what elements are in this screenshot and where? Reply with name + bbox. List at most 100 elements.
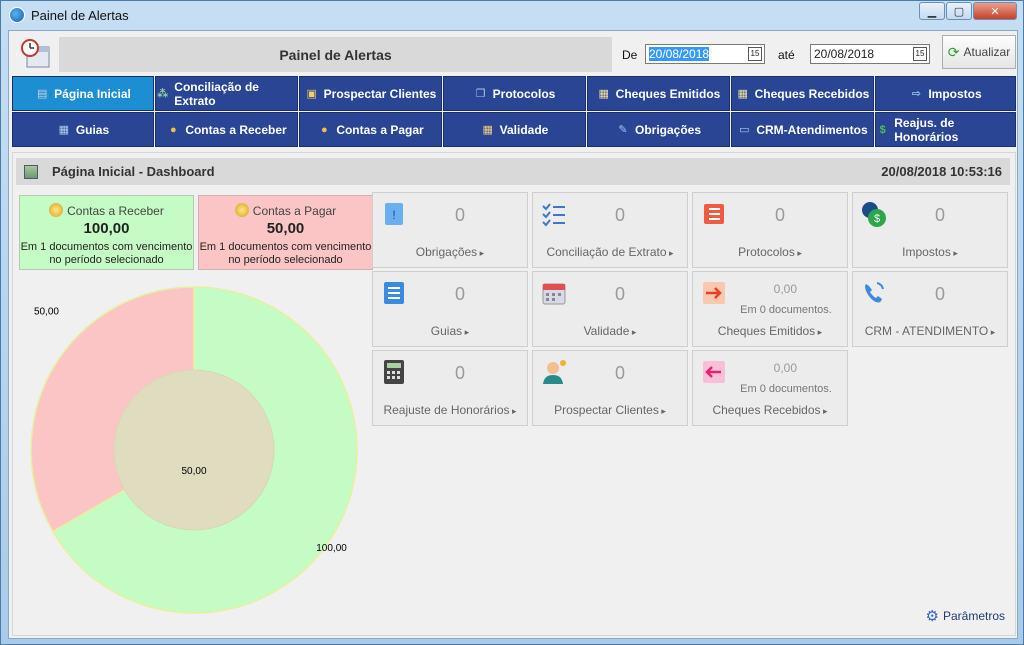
receivables-desc-1: Em 1 documentos com vencimento [20, 241, 193, 253]
from-date-value: 20/08/2018 [649, 47, 710, 61]
arrow-in-icon [703, 361, 725, 383]
title-bar: Painel de Alertas ▁ ▢ ✕ [1, 1, 1023, 29]
tax-icon: ⇨ [911, 87, 921, 100]
tile-value: 0 [614, 205, 625, 225]
cheque-out-icon: ▦ [598, 87, 609, 100]
nav-prospectar-clientes[interactable]: ▣ Prospectar Clientes [299, 76, 442, 111]
coins-icon [49, 203, 64, 217]
calculator-icon [384, 360, 404, 384]
page-title: Painel de Alertas [59, 37, 612, 72]
tile-label: Cheques Emitidos [693, 324, 847, 338]
tile-crm-atendimento[interactable]: 0 CRM - ATENDIMENTO [852, 271, 1008, 347]
receivables-summary[interactable]: Contas a Receber 100,00 Em 1 documentos … [19, 195, 194, 270]
nav-contas-a-pagar[interactable]: ● Contas a Pagar [299, 112, 442, 147]
tile-label: Protocolos [693, 245, 847, 259]
outer-slice-label: 50,00 [34, 306, 59, 317]
nav-label: Validade [499, 122, 549, 137]
tile-cheques-emitidos[interactable]: 0,00 Em 0 documentos. Cheques Emitidos [692, 271, 848, 347]
refresh-icon: ⟳ [947, 43, 960, 60]
monitor-icon: ▭ [739, 123, 750, 136]
tile-guias[interactable]: 0 Guias [372, 271, 528, 347]
tile-label: CRM - ATENDIMENTO [853, 324, 1007, 338]
nav-cheques-emitidos[interactable]: ▦ Cheques Emitidos [587, 76, 730, 111]
tile-value: 0,00 [773, 282, 797, 296]
tile-value: 0 [454, 205, 465, 225]
building-icon: ▤ [36, 87, 48, 100]
client-area: Painel de Alertas De 20/08/2018 15 até 2… [8, 30, 1018, 639]
protocol-icon [704, 204, 724, 224]
tile-prospectar-clientes[interactable]: 0 Prospectar Clientes [532, 350, 688, 426]
nav-label: Cheques Recebidos [754, 86, 870, 101]
nav-label: Reajus. de Honorários [894, 115, 959, 144]
maximize-button[interactable]: ▢ [946, 2, 972, 20]
calendar-icon[interactable]: 15 [913, 47, 927, 61]
tile-label: Prospectar Clientes [533, 403, 687, 417]
header: Painel de Alertas De 20/08/2018 15 até 2… [9, 31, 1017, 75]
refresh-button[interactable]: ⟳ Atualizar [942, 35, 1016, 69]
nav-validade[interactable]: ▦ Validade [443, 112, 586, 147]
svg-text:$: $ [874, 213, 880, 225]
dashboard-panel: Página Inicial - Dashboard 20/08/2018 10… [12, 152, 1016, 636]
briefcase-icon: ▣ [306, 87, 317, 100]
guide-icon: ▦ [58, 123, 70, 136]
documents-icon: ❐ [475, 87, 486, 100]
receivables-desc-2: no período selecionado [49, 254, 164, 266]
nav-protocolos[interactable]: ❐ Protocolos [443, 76, 586, 111]
payables-value: 50,00 [266, 220, 305, 237]
app-window: Painel de Alertas ▁ ▢ ✕ Painel de Alerta… [0, 0, 1024, 645]
nav-guias[interactable]: ▦ Guias [12, 112, 154, 147]
nav-cheques-recebidos[interactable]: ▦ Cheques Recebidos [731, 76, 874, 111]
nav-reajus-de-honorarios[interactable]: $ Reajus. de Honorários [875, 112, 1016, 147]
tile-value: 0 [774, 205, 785, 225]
obligation-icon: ! [385, 203, 403, 225]
alarm-clock-icon [21, 39, 50, 68]
calendar-icon[interactable]: 15 [748, 47, 762, 61]
tile-obrigacoes[interactable]: ! 0 Obrigações [372, 192, 528, 268]
person-icon [543, 360, 566, 384]
nav-label: Impostos [928, 86, 982, 101]
svg-text:!: ! [392, 208, 395, 222]
to-date-value: 20/08/2018 [814, 47, 875, 61]
tile-cheques-recebidos[interactable]: 0,00 Em 0 documentos. Cheques Recebidos [692, 350, 848, 426]
tile-conciliacao-de-extrato[interactable]: 0 Conciliação de Extrato [532, 192, 688, 268]
receivables-value: 100,00 [83, 220, 130, 237]
nav-conciliacao-de-extrato[interactable]: ⁂ Conciliação de Extrato [155, 76, 298, 111]
from-label: De [622, 48, 638, 62]
tile-reajuste-de-honorarios[interactable]: 0 Reajuste de Honorários [372, 350, 528, 426]
window-title: Painel de Alertas [31, 7, 129, 23]
hierarchy-icon: ⁂ [157, 87, 169, 100]
nav-impostos[interactable]: ⇨ Impostos [875, 76, 1016, 111]
nav-label: Conciliação de Extrato [174, 79, 259, 108]
refresh-label: Atualizar [963, 45, 1011, 59]
parameters-link[interactable]: ⚙ Parâmetros [926, 607, 1005, 625]
nav-obrigacoes[interactable]: ✎ Obrigações [587, 112, 730, 147]
tile-label: Conciliação de Extrato [533, 245, 687, 259]
tile-impostos[interactable]: $0 Impostos [852, 192, 1008, 268]
nav-pagina-inicial[interactable]: ▤ Página Inicial [12, 76, 154, 111]
tile-label: Reajuste de Honorários [373, 403, 527, 417]
from-date-field[interactable]: 20/08/2018 15 [645, 44, 765, 64]
close-button[interactable]: ✕ [973, 2, 1017, 20]
to-date-field[interactable]: 20/08/2018 15 [810, 44, 930, 64]
donut-chart: 100,00 50,00 50,00 [30, 286, 358, 614]
minimize-button[interactable]: ▁ [919, 2, 945, 20]
payables-title: Contas a Pagar [252, 204, 337, 218]
tile-value: 0 [614, 363, 625, 383]
tile-protocolos[interactable]: 0 Protocolos [692, 192, 848, 268]
nav-crm-atendimentos[interactable]: ▭ CRM-Atendimentos [731, 112, 874, 147]
phone-icon [865, 282, 884, 303]
payables-summary[interactable]: Contas a Pagar 50,00 Em 1 documentos com… [198, 195, 373, 270]
tile-label: Guias [373, 324, 527, 338]
tile-label: Obrigações [373, 245, 527, 259]
nav-label: Protocolos [492, 86, 556, 101]
tax-coin-icon: $ [862, 202, 886, 227]
nav-label: Cheques Emitidos [615, 86, 721, 101]
tile-label: Cheques Recebidos [693, 403, 847, 417]
tile-validade[interactable]: 0 Validade [532, 271, 688, 347]
inner-slice-0 [113, 369, 275, 531]
tile-value: 0 [454, 284, 465, 304]
nav-label: Página Inicial [54, 86, 131, 101]
dashboard-datetime: 20/08/2018 10:53:16 [881, 164, 1002, 179]
nav-contas-a-receber[interactable]: ● Contas a Receber [155, 112, 298, 147]
payables-desc-2: no período selecionado [228, 254, 343, 266]
